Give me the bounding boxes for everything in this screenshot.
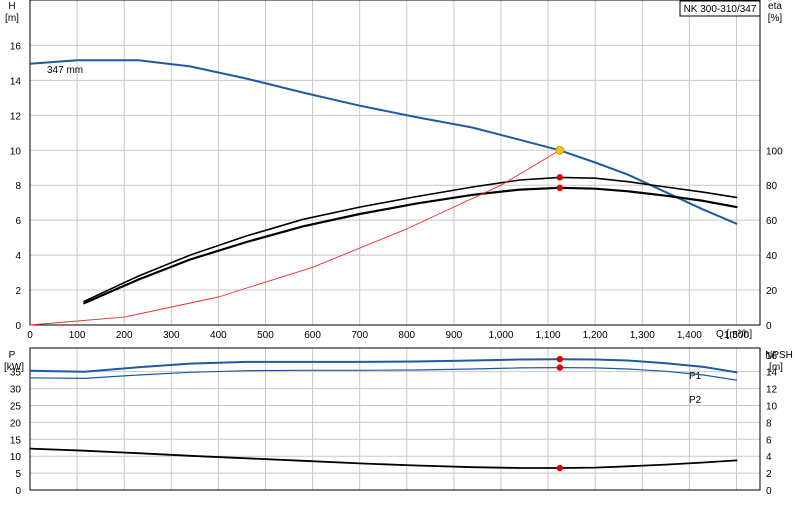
bottom-chart-frame (29, 347, 761, 491)
system-curve-curve (29, 149, 561, 326)
efficiency-1-curve (83, 176, 738, 303)
eta-tick-label: 100 (766, 146, 783, 157)
head-tick-label: 0 (15, 321, 21, 332)
eta-tick-label: 60 (766, 216, 778, 227)
head-tick-label: 6 (15, 216, 21, 227)
head-axis-label: H (8, 1, 15, 12)
eta-axis-unit: [%] (768, 13, 783, 24)
x-tick-label: 400 (210, 330, 227, 341)
power-tick-label: 35 (10, 368, 22, 379)
efficiency-2-curve (83, 186, 738, 305)
curves (29, 59, 738, 469)
x-tick-label: 1,000 (488, 330, 513, 341)
x-tick-label: 1,500 (724, 330, 749, 341)
head-tick-label: 14 (10, 76, 22, 87)
power-tick-label: 25 (10, 401, 22, 412)
npsh-tick-label: 8 (766, 418, 772, 429)
npsh-tick-label: 10 (766, 401, 778, 412)
x-tick-label: 500 (257, 330, 274, 341)
pump-curve-figure: H [m] eta [%] NK 300-310/347 347 mm Q [m… (0, 0, 800, 520)
head-tick-label: 4 (15, 251, 21, 262)
model-label: NK 300-310/347 (684, 4, 757, 15)
npsh-tick-label: 14 (766, 368, 778, 379)
head-tick-label: 12 (10, 111, 22, 122)
x-tick-label: 1,200 (583, 330, 608, 341)
eta-tick-label: 20 (766, 286, 778, 297)
p2-series-label: P2 (689, 395, 702, 406)
head-tick-label: 16 (10, 41, 22, 52)
eta-tick-label: 80 (766, 181, 778, 192)
head-axis-unit: [m] (5, 13, 19, 24)
eta-tick-label: 40 (766, 251, 778, 262)
duty-eta-1-marker (556, 174, 564, 181)
power-tick-label: 5 (15, 469, 21, 480)
head-tick-label: 10 (10, 146, 22, 157)
duty-head-marker (555, 145, 565, 155)
npsh-curve (29, 447, 738, 469)
x-tick-label: 0 (27, 330, 33, 341)
npsh-tick-label: 16 (766, 351, 778, 362)
npsh-tick-label: 4 (766, 452, 772, 463)
x-tick-label: 200 (116, 330, 133, 341)
p1-series-label: P1 (689, 371, 702, 382)
power-tick-label: 30 (10, 385, 22, 396)
power-axis-label: P (9, 350, 16, 361)
duty-eta-2-marker (556, 184, 564, 192)
tick-labels: 0 100 200 300 400 500 600 700 800 900 1,000 1,100 1,… (10, 41, 783, 497)
duty-P2-marker (556, 364, 564, 371)
npsh-tick-label: 2 (766, 469, 772, 480)
impeller-diameter-label: 347 mm (47, 65, 83, 76)
head-tick-label: 2 (15, 286, 21, 297)
duty-npsh-marker (556, 464, 564, 472)
x-tick-label: 600 (304, 330, 321, 341)
eta-tick-label: 0 (766, 321, 772, 332)
x-tick-label: 100 (69, 330, 86, 341)
power-tick-label: 10 (10, 452, 22, 463)
eta-axis-label: eta (768, 1, 782, 12)
x-tick-label: 900 (446, 330, 463, 341)
head-tick-label: 8 (15, 181, 21, 192)
bottom-chart-grid (29, 348, 760, 490)
x-tick-label: 1,100 (536, 330, 561, 341)
power-tick-label: 0 (15, 486, 21, 497)
power-tick-label: 15 (10, 435, 22, 446)
x-tick-label: 800 (398, 330, 415, 341)
pump-curve-chart: H [m] eta [%] NK 300-310/347 347 mm Q [m… (4, 0, 793, 497)
npsh-tick-label: 12 (766, 385, 778, 396)
power-tick-label: 20 (10, 418, 22, 429)
head-curve (29, 59, 738, 225)
x-tick-label: 1,300 (630, 330, 655, 341)
x-tick-label: 700 (351, 330, 368, 341)
npsh-tick-label: 0 (766, 486, 772, 497)
x-tick-label: 300 (163, 330, 180, 341)
x-tick-label: 1,400 (677, 330, 702, 341)
P2-curve (29, 367, 738, 381)
npsh-tick-label: 6 (766, 435, 772, 446)
duty-P1-marker (556, 355, 564, 363)
